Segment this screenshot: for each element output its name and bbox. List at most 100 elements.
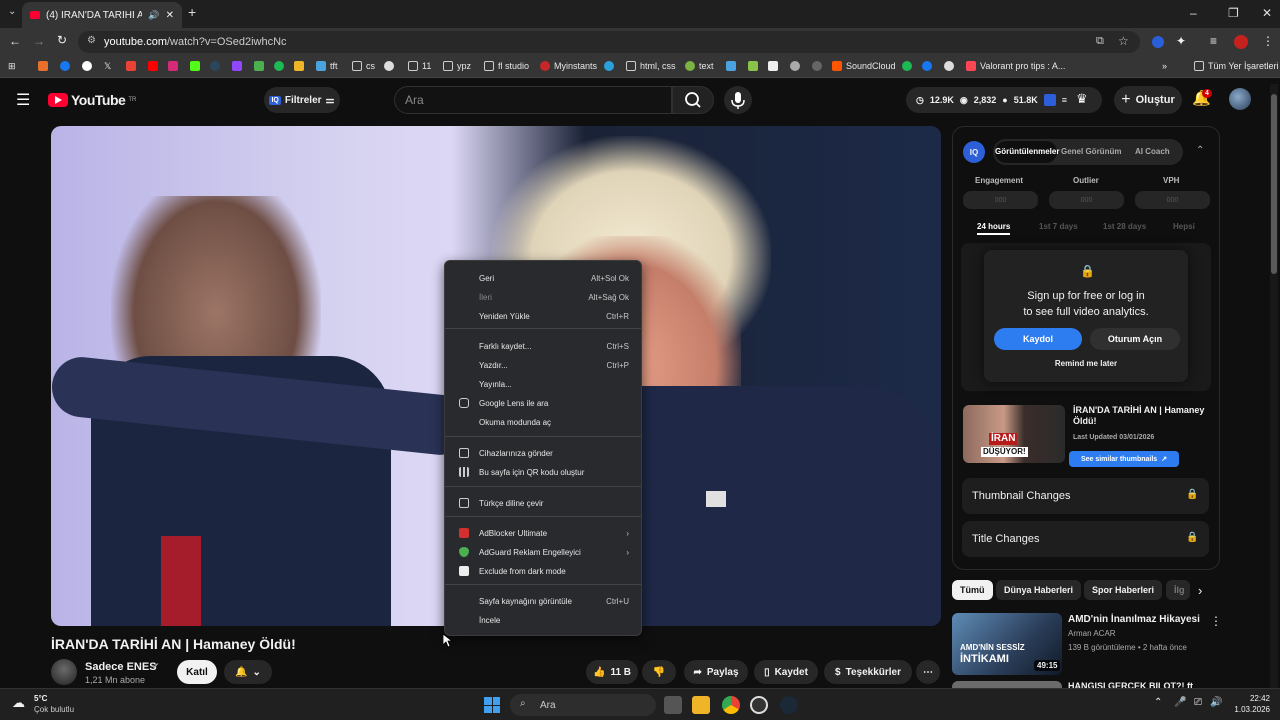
see-similar-thumbnails-button[interactable]: See similar thumbnails ↗ bbox=[1069, 451, 1179, 467]
extension-icon[interactable] bbox=[1152, 36, 1164, 48]
minimize-icon[interactable]: – bbox=[1190, 6, 1197, 20]
bookmark-telegram-icon[interactable] bbox=[604, 61, 614, 71]
share-button[interactable]: ➦ Paylaş bbox=[684, 660, 748, 684]
bookmark-soundcloud[interactable]: SoundCloud bbox=[832, 61, 896, 71]
file-explorer-icon[interactable] bbox=[692, 696, 710, 714]
youtube-logo[interactable]: YouTube TR bbox=[48, 92, 136, 108]
ctx-view-source[interactable]: Sayfa kaynağını görüntüle Ctrl+U bbox=[445, 592, 641, 610]
clock-time[interactable]: 22:42 bbox=[1230, 694, 1270, 703]
recommended-thumbnail[interactable]: AMD'NİN SESSİZ İNTİKAMI 49:15 bbox=[952, 613, 1062, 675]
address-bar[interactable]: ⚙ youtube.com/watch?v=OSed2iwhcNc ⧉ ☆ bbox=[78, 31, 1140, 53]
ctx-qr-code[interactable]: Bu sayfa için QR kodu oluştur bbox=[445, 463, 641, 481]
bookmark-app4-icon[interactable] bbox=[726, 61, 736, 71]
bookmark-google-icon[interactable] bbox=[82, 61, 92, 71]
ctx-cast[interactable]: Yayınla... bbox=[445, 375, 641, 393]
bookmark-facebook-icon[interactable] bbox=[60, 61, 70, 71]
channel-avatar[interactable] bbox=[51, 659, 77, 685]
user-avatar[interactable] bbox=[1229, 88, 1251, 110]
bookmark-ypz[interactable]: ypz bbox=[443, 61, 471, 71]
ctx-reload[interactable]: Yeniden Yükle Ctrl+R bbox=[445, 307, 641, 325]
bookmark-x-icon[interactable]: 𝕏 bbox=[104, 61, 111, 72]
bookmark-instagram-icon[interactable] bbox=[168, 61, 178, 71]
search-button[interactable] bbox=[672, 86, 714, 114]
clock-date[interactable]: 1.03.2026 bbox=[1222, 705, 1270, 714]
join-button[interactable]: Katıl bbox=[177, 660, 217, 684]
bookmark-myinstants[interactable]: Myinstants bbox=[540, 61, 597, 71]
profile-avatar[interactable] bbox=[1234, 35, 1248, 49]
tray-mic-icon[interactable]: 🎤 bbox=[1174, 697, 1186, 708]
chip-world-news[interactable]: Dünya Haberleri bbox=[996, 580, 1082, 600]
task-view-icon[interactable] bbox=[664, 696, 682, 714]
bookmark-kick-icon[interactable] bbox=[190, 61, 200, 71]
ctx-back[interactable]: Geri Alt+Sol Ok bbox=[445, 269, 641, 287]
bookmark-app2-icon[interactable] bbox=[294, 61, 304, 71]
install-app-icon[interactable]: ⧉ bbox=[1096, 35, 1104, 48]
recommended-thumbnail[interactable] bbox=[952, 681, 1062, 688]
iq-tab-views[interactable]: Görüntülenmeler bbox=[995, 147, 1059, 156]
extensions-puzzle-icon[interactable]: ✦ bbox=[1176, 34, 1186, 48]
range-24-hours[interactable]: 24 hours bbox=[977, 222, 1011, 235]
bookmark-11[interactable]: 11 bbox=[408, 61, 431, 71]
chip-all[interactable]: Tümü bbox=[952, 580, 993, 600]
remind-later-link[interactable]: Remind me later bbox=[984, 359, 1188, 368]
bookmark-html-css[interactable]: html, css bbox=[626, 61, 676, 71]
weather-cloud-icon[interactable]: ☁ bbox=[12, 695, 25, 711]
audio-icon[interactable]: 🔊 bbox=[148, 10, 159, 21]
browser-tab[interactable]: (4) İRAN'DA TARİHİ AN | Ha 🔊 ✕ bbox=[22, 2, 182, 28]
recommended-title[interactable]: AMD'nin İnanılmaz Hikayesi bbox=[1068, 614, 1200, 625]
bookmark-app5-icon[interactable] bbox=[748, 61, 758, 71]
search-input[interactable]: Ara bbox=[394, 86, 672, 114]
login-button[interactable]: Oturum Açın bbox=[1090, 328, 1180, 350]
taskbar-search[interactable]: ⌕ Ara bbox=[510, 694, 656, 716]
reading-list-icon[interactable]: ≡ bbox=[1210, 34, 1217, 48]
bookmark-gmail-icon[interactable] bbox=[126, 61, 136, 71]
bookmark-spotify-icon[interactable] bbox=[274, 61, 284, 71]
restore-icon[interactable]: ❐ bbox=[1228, 6, 1239, 20]
app-taskbar-icon[interactable] bbox=[750, 696, 768, 714]
bookmark-app3-icon[interactable] bbox=[384, 61, 394, 71]
apps-grid-icon[interactable]: ⊞ bbox=[8, 61, 16, 72]
windows-start-icon[interactable] bbox=[484, 697, 500, 713]
list-icon[interactable]: ≡ bbox=[1062, 95, 1067, 105]
bookmark-twitch-icon[interactable] bbox=[232, 61, 242, 71]
page-scrollbar[interactable] bbox=[1270, 84, 1278, 688]
all-bookmarks[interactable]: Tüm Yer İşaretleri bbox=[1194, 61, 1279, 71]
ctx-google-lens[interactable]: Google Lens ile ara bbox=[445, 394, 641, 412]
bookmark-app-icon[interactable] bbox=[254, 61, 264, 71]
collapse-chevron-icon[interactable]: ⌃ bbox=[1196, 145, 1204, 156]
iq-icon[interactable] bbox=[1043, 94, 1056, 106]
range-28-days[interactable]: 1st 28 days bbox=[1103, 222, 1146, 231]
bookmark-facebook2-icon[interactable] bbox=[922, 61, 932, 71]
bookmark-tft[interactable]: tft bbox=[316, 61, 338, 71]
bookmark-star-icon[interactable]: ☆ bbox=[1118, 34, 1129, 48]
register-button[interactable]: Kaydol bbox=[994, 328, 1082, 350]
save-button[interactable]: ▯ Kaydet bbox=[754, 660, 818, 684]
close-window-icon[interactable]: ✕ bbox=[1262, 6, 1272, 20]
ctx-adguard[interactable]: AdGuard Reklam Engelleyici › bbox=[445, 543, 641, 561]
bookmark-valorant[interactable]: Valorant pro tips : A... bbox=[966, 61, 1065, 71]
recommended-channel[interactable]: Arman ACAR bbox=[1068, 629, 1116, 638]
bookmark-text[interactable]: text bbox=[685, 61, 714, 71]
dislike-button[interactable]: 👎 bbox=[642, 660, 676, 684]
ctx-exclude-dark-mode[interactable]: Exclude from dark mode bbox=[445, 562, 641, 580]
bookmark-app8-icon[interactable] bbox=[812, 61, 822, 71]
scrollbar-thumb[interactable] bbox=[1271, 94, 1277, 274]
channel-name[interactable]: Sadece ENES bbox=[85, 661, 157, 673]
steam-taskbar-icon[interactable] bbox=[780, 696, 798, 714]
ctx-forward[interactable]: İleri Alt+Sağ Ok bbox=[445, 288, 641, 306]
ctx-print[interactable]: Yazdır... Ctrl+P bbox=[445, 356, 641, 374]
ctx-send-to-devices[interactable]: Cihazlarınıza gönder bbox=[445, 444, 641, 462]
bookmark-cs[interactable]: cs bbox=[352, 61, 375, 71]
title-changes-row[interactable]: Title Changes 🔒 bbox=[962, 521, 1209, 557]
new-tab-button[interactable]: + bbox=[188, 4, 196, 20]
bookmark-fire-icon[interactable] bbox=[38, 61, 48, 71]
trophy-icon[interactable]: ♛ bbox=[1076, 91, 1088, 107]
ctx-inspect[interactable]: İncele bbox=[445, 611, 641, 629]
menu-kebab-icon[interactable]: ⋮ bbox=[1262, 34, 1274, 48]
subscription-bell-button[interactable]: 🔔 ⌄ bbox=[224, 660, 272, 684]
volume-icon[interactable]: 🔊 bbox=[1210, 697, 1222, 708]
bookmarks-overflow-icon[interactable]: » bbox=[1162, 61, 1167, 71]
back-icon[interactable]: ← bbox=[9, 34, 21, 48]
bookmark-youtube-icon[interactable] bbox=[148, 61, 158, 71]
iq-tab-ai-coach[interactable]: AI Coach bbox=[1135, 147, 1170, 156]
